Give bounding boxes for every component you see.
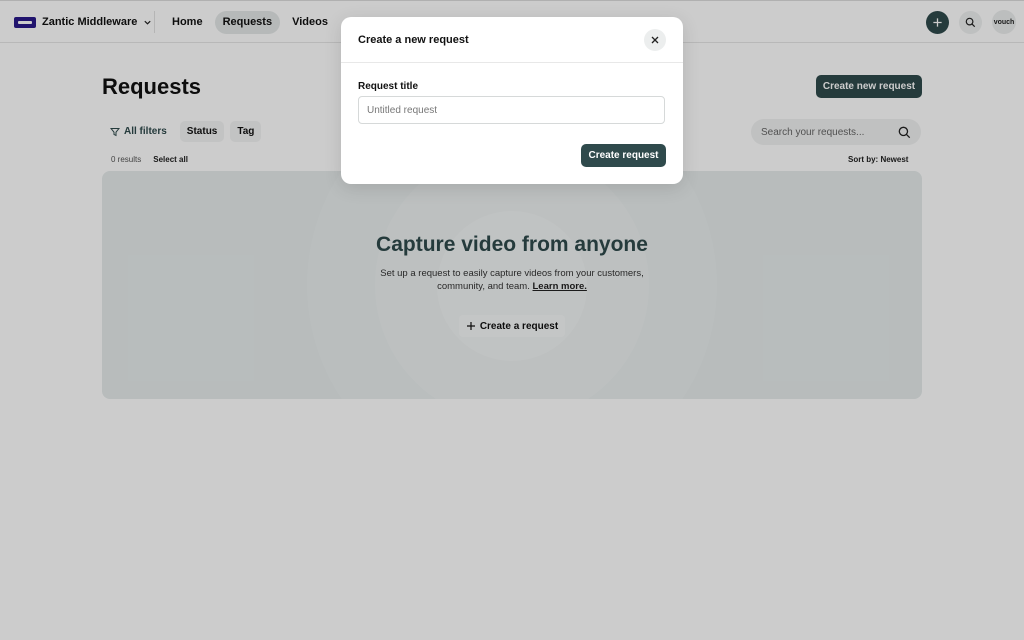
create-request-modal: Create a new request Request title Creat…: [341, 17, 683, 184]
close-button[interactable]: [644, 28, 666, 51]
create-request-button[interactable]: Create request: [581, 144, 666, 167]
modal-title: Create a new request: [358, 33, 469, 46]
request-title-input[interactable]: [358, 96, 665, 124]
close-icon: [651, 36, 659, 43]
modal-header: Create a new request: [341, 17, 683, 63]
request-title-label: Request title: [358, 81, 419, 92]
